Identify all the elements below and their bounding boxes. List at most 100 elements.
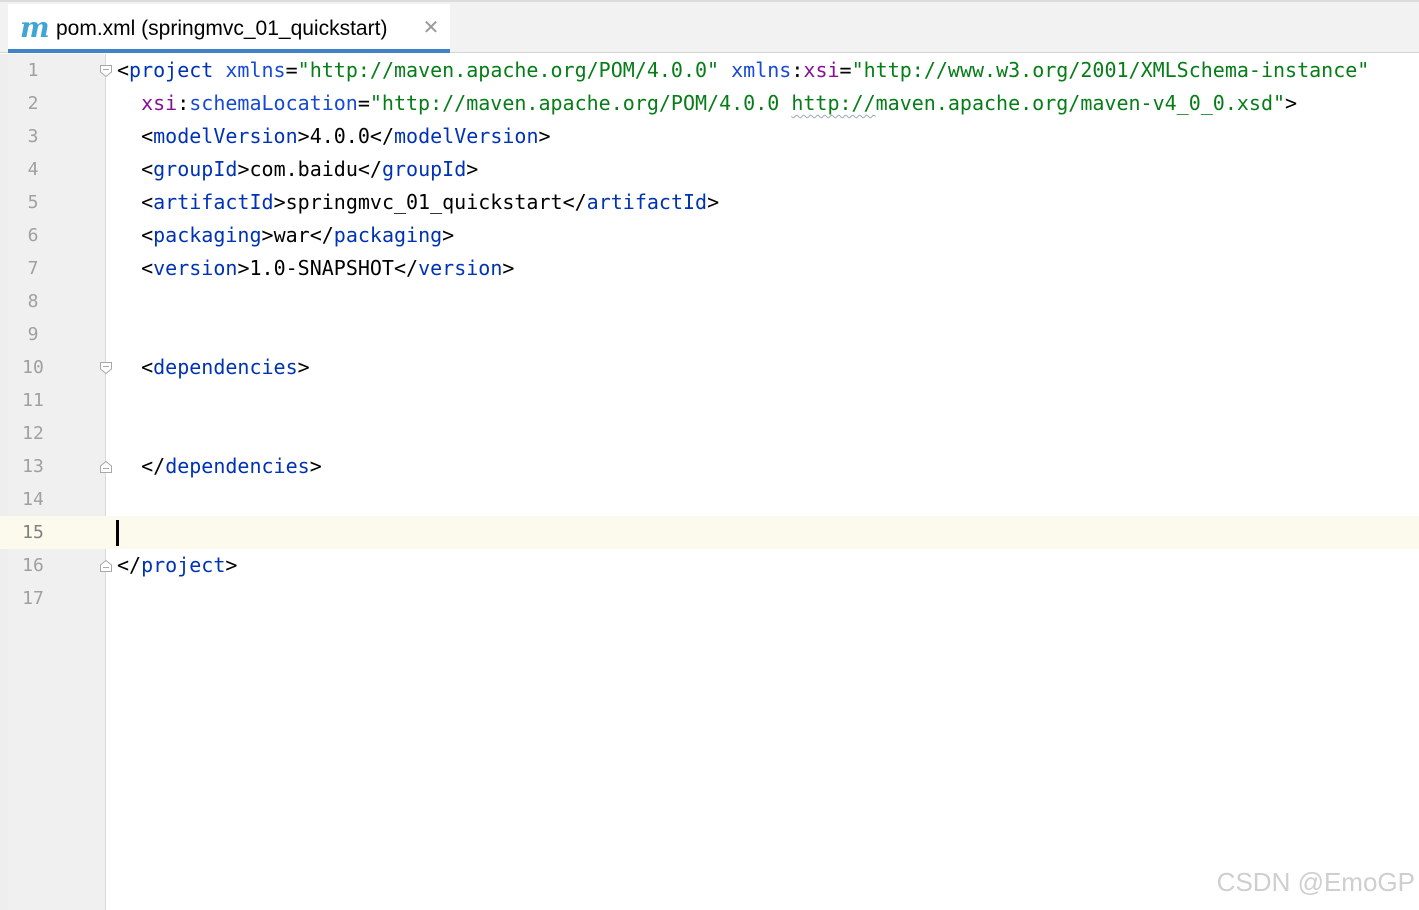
line-number: 1	[27, 60, 39, 81]
code-line[interactable]: 3 <modelVersion>4.0.0</modelVersion>	[0, 120, 1419, 153]
code-token: http://	[791, 91, 876, 115]
code-token: =	[357, 91, 370, 115]
code-token: <	[141, 223, 154, 247]
code-line[interactable]: 15	[0, 516, 1419, 549]
code-token: artifactId	[586, 190, 708, 214]
code-token: =	[285, 58, 298, 82]
code-token: >	[237, 157, 250, 181]
code-line[interactable]: 13 </dependencies>	[0, 450, 1419, 483]
code-line[interactable]: 4 <groupId>com.baidu</groupId>	[0, 153, 1419, 186]
editor-tab-bar: m pom.xml (springmvc_01_quickstart) ✕	[0, 0, 1419, 53]
code-token: >	[442, 223, 455, 247]
tab-title: pom.xml (springmvc_01_quickstart)	[56, 17, 388, 40]
fold-close-icon[interactable]	[99, 460, 113, 474]
code-line[interactable]: 12	[0, 417, 1419, 450]
code-token: >	[466, 157, 479, 181]
line-number: 5	[27, 192, 39, 213]
code-token: >	[225, 553, 238, 577]
code-text[interactable]: <artifactId>springmvc_01_quickstart</art…	[117, 186, 719, 219]
code-line[interactable]: 5 <artifactId>springmvc_01_quickstart</a…	[0, 186, 1419, 219]
line-number: 12	[22, 423, 44, 444]
code-line[interactable]: 9	[0, 318, 1419, 351]
fold-open-icon[interactable]	[99, 361, 113, 375]
close-icon[interactable]: ✕	[422, 17, 440, 37]
code-token: <	[141, 124, 154, 148]
code-text[interactable]: </dependencies>	[117, 450, 322, 483]
line-number: 4	[27, 159, 39, 180]
fold-close-icon[interactable]	[99, 559, 113, 573]
code-token: >	[309, 454, 322, 478]
code-line[interactable]: 2 xsi:schemaLocation="http://maven.apach…	[0, 87, 1419, 120]
code-line[interactable]: 1 <project xmlns="http://maven.apache.org…	[0, 54, 1419, 87]
line-number: 3	[27, 126, 39, 147]
code-line[interactable]: 14	[0, 483, 1419, 516]
code-token: version	[153, 256, 238, 280]
code-line[interactable]: 11	[0, 384, 1419, 417]
code-token: artifactId	[153, 190, 274, 214]
code-token: </	[357, 157, 382, 181]
code-token: </	[562, 190, 587, 214]
line-number: 10	[22, 357, 44, 378]
code-token: >	[297, 355, 310, 379]
code-text[interactable]: <version>1.0-SNAPSHOT</version>	[117, 252, 514, 285]
line-number: 14	[22, 489, 44, 510]
code-token: packaging	[153, 223, 262, 247]
code-token: project	[141, 553, 226, 577]
code-token: >	[502, 256, 515, 280]
code-token: xmlns	[731, 58, 792, 82]
code-token: >	[237, 256, 250, 280]
code-line[interactable]: 6 <packaging>war</packaging>	[0, 219, 1419, 252]
code-text[interactable]: <dependencies>	[117, 351, 310, 384]
code-line[interactable]: 10 <dependencies>	[0, 351, 1419, 384]
code-token: </	[117, 553, 142, 577]
line-number: 9	[27, 324, 39, 345]
code-text[interactable]: <packaging>war</packaging>	[117, 219, 454, 252]
code-token: <	[141, 355, 154, 379]
code-token: >	[273, 190, 286, 214]
code-token: project	[129, 58, 214, 82]
code-token: xsi	[141, 91, 178, 115]
code-line[interactable]: 17	[0, 582, 1419, 615]
line-number: 17	[22, 588, 44, 609]
code-token: >	[1285, 91, 1298, 115]
text-caret	[116, 520, 119, 546]
code-token: 4.0.0	[309, 124, 370, 148]
code-text[interactable]: xsi:schemaLocation="http://maven.apache.…	[117, 87, 1297, 120]
tab-bar-top-border	[0, 0, 1419, 2]
code-text[interactable]: <modelVersion>4.0.0</modelVersion>	[117, 120, 551, 153]
code-token: :	[791, 58, 804, 82]
code-line[interactable]: 8	[0, 285, 1419, 318]
code-token: dependencies	[153, 355, 298, 379]
code-line[interactable]: 16 </project>	[0, 549, 1419, 582]
watermark: CSDN @EmoGP	[1216, 867, 1415, 897]
code-token: com.baidu	[249, 157, 358, 181]
fold-open-icon[interactable]	[99, 64, 113, 78]
code-token: </	[393, 256, 419, 280]
code-token: <	[117, 58, 130, 82]
code-text[interactable]: <project xmlns="http://maven.apache.org/…	[117, 54, 1369, 87]
code-token: <	[141, 256, 154, 280]
code-token: =	[839, 58, 852, 82]
code-token: <	[141, 157, 154, 181]
line-number: 8	[27, 291, 39, 312]
code-token: >	[297, 124, 310, 148]
code-line[interactable]: 7 <version>1.0-SNAPSHOT</version>	[0, 252, 1419, 285]
maven-icon: m	[20, 11, 50, 44]
tab-pom-xml[interactable]: m pom.xml (springmvc_01_quickstart) ✕	[8, 4, 450, 53]
code-text[interactable]: <groupId>com.baidu</groupId>	[117, 153, 478, 186]
code-token: >	[538, 124, 551, 148]
code-token: >	[707, 190, 720, 214]
code-editor[interactable]: 1 <project xmlns="http://maven.apache.org…	[0, 54, 1419, 910]
code-text[interactable]: </project>	[117, 549, 237, 582]
line-number: 7	[27, 258, 39, 279]
code-token: "http://maven.apache.org/POM/4.0.0	[369, 91, 792, 115]
